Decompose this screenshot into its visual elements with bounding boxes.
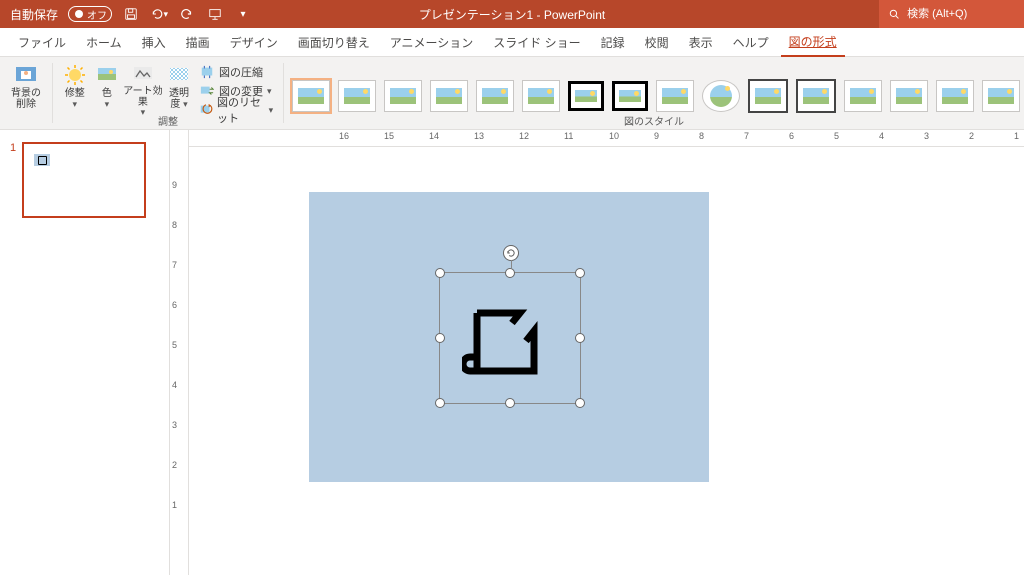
ribbon: 背景の 削除 修整▾ 色▾ アート効果▾ 透明 度 ▾	[0, 57, 1024, 130]
resize-handle-mr[interactable]	[575, 333, 585, 343]
picture-style-3[interactable]	[384, 80, 422, 112]
color-icon	[94, 62, 120, 88]
picture-style-6[interactable]	[522, 80, 560, 112]
slide-thumbnails-pane[interactable]: 1	[0, 130, 170, 575]
slide-thumbnail-1[interactable]	[22, 142, 146, 218]
redo-icon[interactable]	[178, 5, 196, 23]
present-from-start-icon[interactable]	[206, 5, 224, 23]
selected-picture[interactable]	[439, 272, 581, 404]
horizontal-ruler: 16 15 14 13 12 11 10 9 8 7 6 5 4 3 2 1	[189, 130, 1024, 147]
tab-insert[interactable]: 挿入	[134, 29, 174, 56]
save-icon[interactable]	[122, 5, 140, 23]
autosave-label: 自動保存	[10, 6, 58, 23]
tab-animations[interactable]: アニメーション	[382, 29, 482, 56]
tab-home[interactable]: ホーム	[78, 29, 130, 56]
autosave-state: オフ	[87, 7, 107, 22]
picture-style-7[interactable]	[568, 81, 604, 111]
tab-transitions[interactable]: 画面切り替え	[290, 29, 378, 56]
tab-record[interactable]: 記録	[593, 29, 633, 56]
picture-style-12[interactable]	[796, 79, 836, 113]
picture-style-9[interactable]	[656, 80, 694, 112]
picture-style-10[interactable]	[702, 80, 740, 112]
tab-view[interactable]: 表示	[681, 29, 721, 56]
picture-style-4[interactable]	[430, 80, 468, 112]
qat-customize-icon[interactable]: ▾	[234, 5, 252, 23]
remove-bg-icon	[13, 62, 39, 88]
tab-help[interactable]: ヘルプ	[725, 29, 777, 56]
rotate-handle[interactable]	[503, 245, 519, 261]
picture-style-14[interactable]	[890, 80, 928, 112]
transparency-icon	[166, 62, 192, 88]
ribbon-tabs: ファイル ホーム 挿入 描画 デザイン 画面切り替え アニメーション スライド …	[0, 28, 1024, 57]
search-box[interactable]	[879, 0, 1024, 28]
compress-icon	[199, 64, 215, 80]
color-button[interactable]: 色▾	[91, 59, 123, 118]
picture-style-16[interactable]	[982, 80, 1020, 112]
group-remove-bg: 背景の 削除	[0, 57, 52, 129]
tab-draw[interactable]: 描画	[178, 29, 218, 56]
resize-handle-tm[interactable]	[505, 268, 515, 278]
workspace: 1 9 8 7 6 5 4 3 2 1 16 15 14 13 12 11	[0, 130, 1024, 575]
picture-style-8[interactable]	[612, 81, 648, 111]
group-label-adjust: 調整	[53, 113, 283, 128]
tab-file[interactable]: ファイル	[10, 29, 74, 56]
transparency-button[interactable]: 透明 度 ▾	[163, 59, 195, 118]
picture-style-1[interactable]	[292, 80, 330, 112]
tab-picture-format[interactable]: 図の形式	[781, 28, 845, 57]
autosave-toggle[interactable]: オフ	[68, 6, 112, 22]
search-input[interactable]	[905, 7, 1014, 21]
corrections-button[interactable]: 修整▾	[59, 59, 91, 118]
artistic-effects-icon	[130, 62, 156, 86]
tab-review[interactable]: 校閲	[637, 29, 677, 56]
picture-style-2[interactable]	[338, 80, 376, 112]
group-adjust: 修整▾ 色▾ アート効果▾ 透明 度 ▾ 図の圧縮	[53, 57, 283, 129]
vertical-ruler: 9 8 7 6 5 4 3 2 1	[170, 130, 189, 575]
search-icon	[889, 8, 899, 20]
picture-style-5[interactable]	[476, 80, 514, 112]
group-label-styles: 図のスタイル	[284, 113, 1024, 128]
slide-number: 1	[10, 142, 16, 218]
undo-icon[interactable]: ▾	[150, 5, 168, 23]
resize-handle-br[interactable]	[575, 398, 585, 408]
slide-canvas[interactable]	[189, 147, 1024, 575]
slide-editor: 9 8 7 6 5 4 3 2 1 16 15 14 13 12 11 10 9…	[170, 130, 1024, 575]
picture-styles-gallery[interactable]: 図のスタイル	[284, 57, 1024, 129]
picture-style-15[interactable]	[936, 80, 974, 112]
resize-handle-tl[interactable]	[435, 268, 445, 278]
resize-handle-bl[interactable]	[435, 398, 445, 408]
picture-style-13[interactable]	[844, 80, 882, 112]
artistic-effects-button[interactable]: アート効果▾	[123, 59, 163, 118]
change-picture-icon	[199, 83, 215, 99]
window-title: プレゼンテーション1 - PowerPoint	[419, 6, 605, 23]
tab-design[interactable]: デザイン	[222, 29, 286, 56]
thumbnail-content-icon	[34, 154, 50, 166]
resize-handle-bm[interactable]	[505, 398, 515, 408]
corrections-icon	[62, 62, 88, 88]
picture-style-11[interactable]	[748, 79, 788, 113]
tab-slideshow[interactable]: スライド ショー	[485, 29, 588, 56]
title-bar: 自動保存 オフ ▾ ▾ プレゼンテーション1 - PowerPoint	[0, 0, 1024, 28]
remove-bg-button[interactable]: 背景の 削除	[6, 59, 46, 118]
resize-handle-ml[interactable]	[435, 333, 445, 343]
scroll-shape-icon	[462, 301, 552, 384]
compress-pictures-button[interactable]: 図の圧縮	[195, 63, 277, 81]
resize-handle-tr[interactable]	[575, 268, 585, 278]
